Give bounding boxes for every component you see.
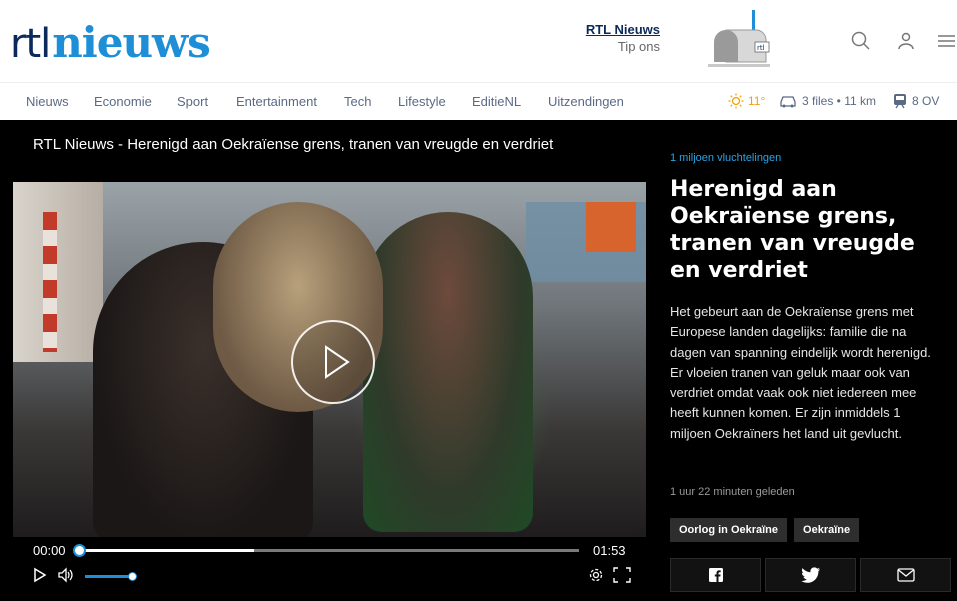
twitter-icon (800, 567, 820, 583)
search-icon[interactable] (850, 30, 872, 52)
play-icon[interactable] (33, 567, 47, 586)
ov-widget[interactable]: 8 OV (892, 93, 939, 109)
nav-item-tech[interactable]: Tech (344, 94, 371, 109)
logo-nieuws: nieuws (52, 18, 211, 67)
tip-subtitle: Tip ons (617, 39, 660, 54)
tip-ons-link[interactable]: RTL Nieuws Tip ons (586, 22, 660, 54)
svg-text:rtl: rtl (757, 44, 765, 52)
tag-oorlog-in-oekraine[interactable]: Oorlog in Oekraïne (670, 518, 788, 542)
nav-item-uitzendingen[interactable]: Uitzendingen (548, 94, 624, 109)
mailbox-icon[interactable]: rtl (700, 8, 780, 76)
settings-icon[interactable] (588, 567, 604, 586)
fullscreen-icon[interactable] (613, 567, 631, 586)
tip-title: RTL Nieuws (585, 22, 660, 37)
video-bg-left (13, 182, 103, 362)
volume-handle[interactable] (128, 572, 137, 581)
article-body: Het gebeurt aan de Oekraïense grens met … (670, 304, 931, 441)
volume-slider[interactable] (85, 572, 137, 581)
progress-handle[interactable] (73, 544, 86, 557)
car-icon (780, 96, 796, 108)
sun-icon (728, 93, 744, 109)
mail-icon (896, 568, 915, 582)
train-icon (894, 94, 906, 109)
ov-text: 8 OV (912, 94, 940, 108)
duration: 01:53 (593, 543, 626, 558)
twitter-share-button[interactable] (765, 558, 856, 592)
nav-item-sport[interactable]: Sport (177, 94, 208, 109)
facebook-share-button[interactable] (670, 558, 761, 592)
big-play-button[interactable] (291, 320, 375, 404)
article-timestamp: 1 uur 22 minuten geleden (670, 486, 795, 498)
video-article-section: RTL Nieuws - Herenigd aan Oekraïense gre… (0, 120, 957, 601)
video-person-right (363, 212, 533, 532)
traffic-text: 3 files • 11 km (802, 94, 877, 108)
weather-temp: 11° (748, 94, 766, 108)
play-icon (325, 345, 350, 379)
weather-widget[interactable]: 11° (728, 93, 765, 109)
nav-item-entertainment[interactable]: Entertainment (236, 94, 317, 109)
site-header: rtl nieuws RTL Nieuws Tip ons rtl (0, 0, 957, 82)
nav-item-economie[interactable]: Economie (94, 94, 152, 109)
video-barrier (43, 212, 57, 352)
article-headline: Herenigd aan Oekraïense grens, tranen va… (670, 177, 915, 283)
article-kicker[interactable]: 1 miljoen vluchtelingen (670, 152, 781, 164)
volume-icon[interactable] (57, 567, 75, 586)
rtl-nieuws-logo[interactable]: rtl nieuws (10, 14, 211, 67)
video-bg-orange (586, 202, 636, 252)
video-player[interactable] (13, 182, 646, 537)
user-icon[interactable] (895, 30, 917, 52)
progress-buffered (79, 549, 254, 552)
progress-bar[interactable] (73, 544, 579, 557)
nav-item-editienl[interactable]: EditieNL (472, 94, 521, 109)
menu-icon[interactable] (935, 30, 957, 52)
tag-oekraine[interactable]: Oekraïne (794, 518, 860, 542)
share-buttons (670, 558, 951, 592)
article-tags: Oorlog in Oekraïne Oekraïne (670, 518, 860, 542)
video-title: RTL Nieuws - Herenigd aan Oekraïense gre… (33, 136, 554, 153)
traffic-widget[interactable]: 3 files • 11 km (778, 93, 876, 109)
nav-item-nieuws[interactable]: Nieuws (26, 94, 69, 109)
logo-rtl: rtl (10, 21, 51, 67)
mail-share-button[interactable] (860, 558, 951, 592)
current-time: 00:00 (33, 543, 66, 558)
main-nav: Nieuws Economie Sport Entertainment Tech… (0, 82, 957, 120)
nav-item-lifestyle[interactable]: Lifestyle (398, 94, 446, 109)
video-controls: 00:00 01:53 (13, 537, 646, 601)
facebook-icon (708, 568, 723, 582)
